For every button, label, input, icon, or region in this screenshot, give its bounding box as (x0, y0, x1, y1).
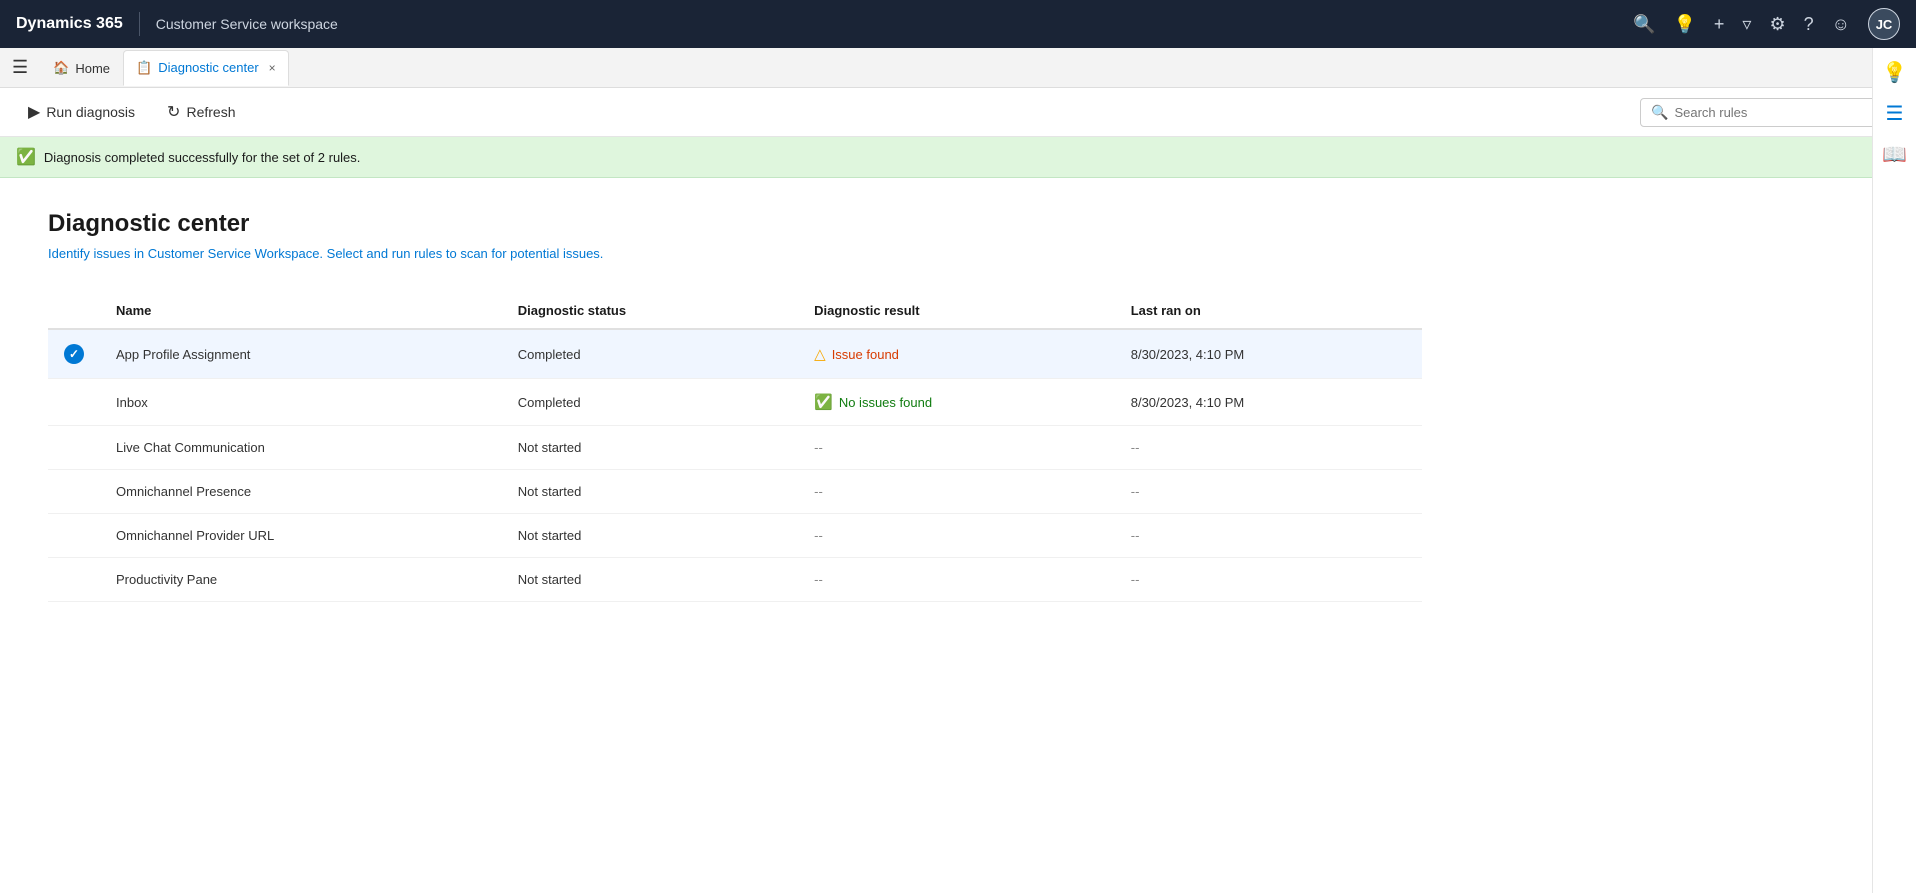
row-last-ran: -- (1115, 426, 1422, 470)
row-name: Productivity Pane (100, 558, 502, 602)
checkbox-checked-indicator (64, 344, 84, 364)
table-row[interactable]: Live Chat CommunicationNot started -- -- (48, 426, 1422, 470)
warning-triangle-icon: △ (814, 345, 826, 363)
row-checkbox[interactable] (48, 426, 100, 470)
row-status: Completed (502, 329, 798, 379)
filter-icon[interactable]: ▿ (1742, 14, 1751, 35)
refresh-button[interactable]: ↻ Refresh (155, 96, 247, 128)
avatar[interactable]: JC (1868, 8, 1900, 40)
row-last-ran: 8/30/2023, 4:10 PM (1115, 329, 1422, 379)
row-checkbox[interactable] (48, 514, 100, 558)
row-result: △Issue found (798, 329, 1115, 379)
run-diagnosis-label: Run diagnosis (46, 104, 135, 120)
row-last-ran: -- (1115, 514, 1422, 558)
row-status: Not started (502, 558, 798, 602)
app-label: Customer Service workspace (156, 16, 1633, 32)
page-subtitle: Identify issues in Customer Service Work… (48, 246, 1422, 261)
search-rules-icon: 🔍 (1651, 104, 1668, 121)
settings-icon[interactable]: ⚙ (1769, 14, 1785, 35)
home-icon: 🏠 (53, 60, 69, 76)
row-status: Completed (502, 379, 798, 426)
row-result: ✅No issues found (798, 379, 1115, 426)
na-label: -- (814, 440, 823, 455)
row-result: -- (798, 558, 1115, 602)
table-row[interactable]: App Profile AssignmentCompleted △Issue fo… (48, 329, 1422, 379)
row-result: -- (798, 470, 1115, 514)
diagnostic-tab-label: Diagnostic center (158, 60, 258, 75)
col-name: Name (100, 293, 502, 329)
diagnostic-table: Name Diagnostic status Diagnostic result… (48, 293, 1422, 602)
help-icon[interactable]: ? (1804, 14, 1814, 35)
col-result: Diagnostic result (798, 293, 1115, 329)
home-tab-label: Home (75, 61, 110, 76)
search-rules-input[interactable] (1674, 105, 1889, 120)
topbar: Dynamics 365 Customer Service workspace … (0, 0, 1916, 48)
sidebar-book-icon[interactable]: 📖 (1882, 142, 1907, 167)
banner-message: Diagnosis completed successfully for the… (44, 150, 1883, 165)
search-icon[interactable]: 🔍 (1633, 14, 1655, 35)
add-icon[interactable]: + (1714, 14, 1725, 35)
topbar-divider (139, 12, 140, 36)
row-last-ran: -- (1115, 470, 1422, 514)
refresh-label: Refresh (186, 104, 235, 120)
sidebar-list-icon[interactable]: ☰ (1886, 101, 1904, 126)
row-status: Not started (502, 426, 798, 470)
table-row[interactable]: Omnichannel Provider URLNot started -- -- (48, 514, 1422, 558)
table-row[interactable]: Productivity PaneNot started -- -- (48, 558, 1422, 602)
col-last-ran: Last ran on (1115, 293, 1422, 329)
na-label: -- (814, 528, 823, 543)
row-status: Not started (502, 514, 798, 558)
row-name: App Profile Assignment (100, 329, 502, 379)
issue-found-label: △Issue found (814, 345, 1099, 363)
sidebar-lightbulb-icon[interactable]: 💡 (1882, 60, 1907, 85)
tabbar: ☰ 🏠 Home 📋 Diagnostic center × (0, 48, 1916, 88)
row-name: Omnichannel Provider URL (100, 514, 502, 558)
table-row[interactable]: InboxCompleted ✅No issues found 8/30/2023,… (48, 379, 1422, 426)
row-status: Not started (502, 470, 798, 514)
table-row[interactable]: Omnichannel PresenceNot started -- -- (48, 470, 1422, 514)
row-last-ran: -- (1115, 558, 1422, 602)
diagnostic-tab-icon: 📋 (136, 60, 152, 76)
check-circle-icon: ✅ (814, 393, 833, 411)
row-checkbox[interactable] (48, 470, 100, 514)
main-content: Diagnostic center Identify issues in Cus… (0, 178, 1470, 634)
right-sidebar: 💡 ☰ 📖 (1872, 48, 1916, 893)
row-name: Omnichannel Presence (100, 470, 502, 514)
na-label: -- (814, 572, 823, 587)
tab-diagnostic-center[interactable]: 📋 Diagnostic center × (123, 50, 289, 86)
topbar-icons: 🔍 💡 + ▿ ⚙ ? ☺ JC (1633, 8, 1900, 40)
row-checkbox[interactable] (48, 379, 100, 426)
smiley-icon[interactable]: ☺ (1832, 14, 1850, 35)
run-diagnosis-button[interactable]: ▶ Run diagnosis (16, 96, 147, 128)
success-banner: ✅ Diagnosis completed successfully for t… (0, 137, 1916, 178)
tab-home[interactable]: 🏠 Home (40, 50, 123, 86)
col-checkbox (48, 293, 100, 329)
page-title: Diagnostic center (48, 210, 1422, 238)
na-label: -- (814, 484, 823, 499)
toolbar: ▶ Run diagnosis ↻ Refresh 🔍 (0, 88, 1916, 137)
search-rules-box: 🔍 (1640, 98, 1900, 127)
tab-close-icon[interactable]: × (269, 61, 276, 75)
row-last-ran: 8/30/2023, 4:10 PM (1115, 379, 1422, 426)
row-result: -- (798, 426, 1115, 470)
row-name: Inbox (100, 379, 502, 426)
lightbulb-icon[interactable]: 💡 (1673, 14, 1695, 35)
hamburger-icon[interactable]: ☰ (8, 53, 32, 82)
row-result: -- (798, 514, 1115, 558)
row-name: Live Chat Communication (100, 426, 502, 470)
table-header-row: Name Diagnostic status Diagnostic result… (48, 293, 1422, 329)
success-icon: ✅ (16, 147, 36, 167)
row-checkbox[interactable] (48, 558, 100, 602)
no-issues-label: ✅No issues found (814, 393, 1099, 411)
brand-label: Dynamics 365 (16, 15, 123, 33)
run-diagnosis-icon: ▶ (28, 102, 40, 122)
refresh-icon: ↻ (167, 102, 180, 122)
row-checkbox[interactable] (48, 329, 100, 379)
col-status: Diagnostic status (502, 293, 798, 329)
